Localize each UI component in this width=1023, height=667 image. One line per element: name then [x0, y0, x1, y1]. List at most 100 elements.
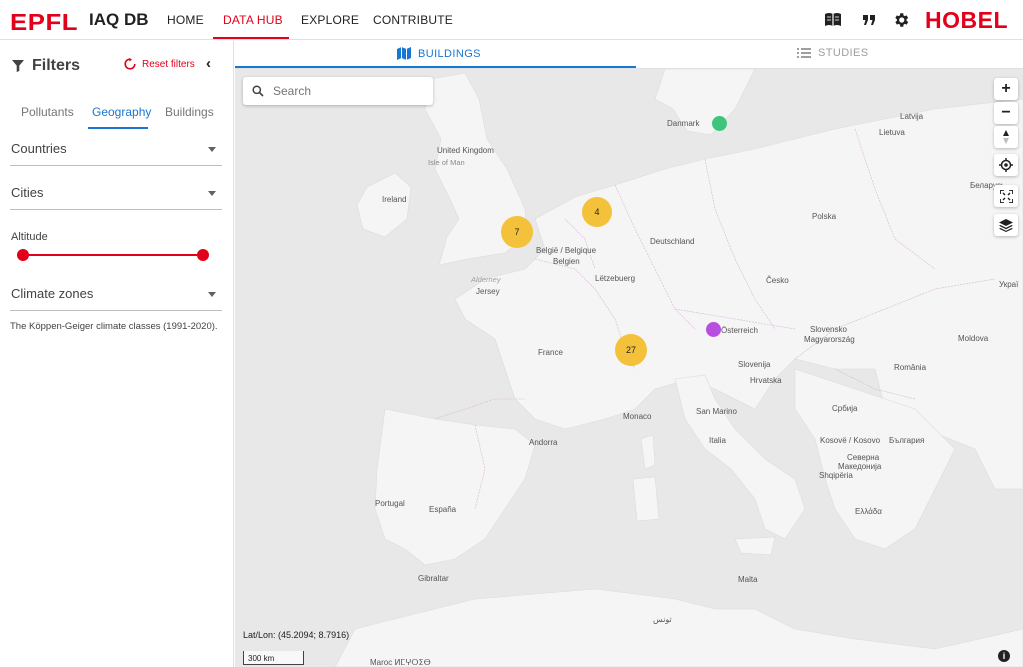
- map-label-kosovo: Kosovë / Kosovo: [820, 436, 881, 445]
- altitude-slider-max-handle[interactable]: [197, 249, 209, 261]
- cities-label: Cities: [11, 185, 44, 200]
- map-label-isle-of-man: Isle of Man: [428, 158, 465, 167]
- map-search-input[interactable]: [273, 84, 423, 98]
- map-label-san-marino: San Marino: [696, 407, 737, 416]
- map-label-polska: Polska: [812, 212, 837, 221]
- map-label-slovenija: Slovenija: [738, 360, 771, 369]
- map-label-deutschland: Deutschland: [650, 237, 695, 246]
- info-icon[interactable]: i: [998, 650, 1010, 662]
- chevron-down-icon: [208, 292, 216, 297]
- map-label-moldova: Moldova: [958, 334, 989, 343]
- filters-sidebar: Filters Reset filters ‹ Pollutants Geogr…: [0, 41, 234, 667]
- nav-home-link[interactable]: HOME: [167, 13, 204, 27]
- cursor-lat-lon-readout: Lat/Lon: (45.2094; 8.7916): [243, 630, 350, 640]
- map-label-romania: România: [894, 363, 927, 372]
- nav-data-hub-link[interactable]: DATA HUB: [223, 13, 283, 27]
- map-scale-bar: 300 km: [243, 651, 304, 665]
- altitude-slider-track[interactable]: [22, 254, 203, 256]
- altitude-label: Altitude: [11, 231, 48, 243]
- map-view-tabs: BUILDINGS STUDIES: [235, 41, 1023, 69]
- book-icon[interactable]: [823, 10, 843, 30]
- reset-filters-button[interactable]: Reset filters: [124, 58, 195, 70]
- app-title[interactable]: IAQ DB: [89, 10, 149, 30]
- search-icon: [252, 85, 264, 97]
- building-point-marker-green[interactable]: [712, 116, 727, 131]
- nav-explore-link[interactable]: EXPLORE: [301, 13, 359, 27]
- top-navigation-bar: EPFL IAQ DB HOME DATA HUB EXPLORE CONTRI…: [0, 0, 1023, 40]
- map-label-osterreich: Österreich: [721, 326, 758, 335]
- chevron-down-icon: [208, 147, 216, 152]
- tab-studies-view[interactable]: STUDIES: [797, 47, 868, 59]
- map-label-srbija: Србија: [832, 404, 858, 413]
- map-label-severna: Северна: [847, 453, 880, 462]
- cities-select[interactable]: Cities: [10, 180, 222, 210]
- list-icon: [797, 48, 811, 58]
- map-label-gibraltar: Gibraltar: [418, 574, 449, 583]
- tab-geography[interactable]: Geography: [92, 105, 151, 119]
- map-label-makedonija: Македонија: [838, 462, 882, 471]
- zoom-in-button[interactable]: +: [994, 78, 1018, 100]
- map-label-monaco: Monaco: [623, 412, 652, 421]
- tab-buildings[interactable]: Buildings: [165, 105, 214, 119]
- filters-heading: Filters: [12, 57, 80, 75]
- climate-zones-caption: The Köppen-Geiger climate classes (1991-…: [10, 321, 218, 332]
- compass-reset-north-button[interactable]: [994, 126, 1018, 148]
- active-map-tab-indicator: [235, 66, 636, 68]
- map-search-box[interactable]: [243, 77, 433, 105]
- cluster-marker[interactable]: 27: [615, 334, 647, 366]
- map-label-tunis: تونس: [653, 615, 672, 624]
- map-label-shqiperia: Shqipëria: [819, 471, 853, 480]
- studies-tab-label: STUDIES: [818, 47, 869, 59]
- active-nav-indicator: [213, 37, 289, 39]
- map-label-maroc: Maroc ⵍⵎⵖⵔⵉⴱ: [370, 658, 431, 667]
- map-label-letzebuerg: Lëtzebuerg: [595, 274, 636, 283]
- europe-map[interactable]: United Kingdom Isle of Man Ireland Danma…: [235, 69, 1023, 667]
- map-label-united-kingdom: United Kingdom: [437, 146, 494, 155]
- map-label-malta: Malta: [738, 575, 758, 584]
- zoom-out-button[interactable]: −: [994, 102, 1018, 124]
- chevron-down-icon: [208, 191, 216, 196]
- collapse-sidebar-chevron-icon[interactable]: ‹: [206, 55, 211, 72]
- cluster-marker[interactable]: 7: [501, 216, 533, 248]
- locate-me-button[interactable]: [994, 154, 1018, 176]
- reset-filters-label: Reset filters: [142, 58, 195, 70]
- filters-title-text: Filters: [32, 57, 81, 74]
- active-subtab-indicator: [88, 127, 148, 129]
- epfl-logo[interactable]: EPFL: [10, 9, 78, 36]
- quote-icon[interactable]: [859, 10, 879, 30]
- map-label-cesko: Česko: [766, 276, 789, 285]
- map-label-slovensko: Slovensko: [810, 325, 847, 334]
- gear-icon[interactable]: [891, 10, 911, 30]
- cluster-marker[interactable]: 4: [582, 197, 612, 227]
- building-point-marker-purple[interactable]: [706, 322, 721, 337]
- map-label-ukraine: Украї: [999, 280, 1019, 289]
- buildings-tab-label: BUILDINGS: [418, 47, 481, 60]
- map-label-latvija: Latvija: [900, 112, 924, 121]
- map-label-bulgaria: България: [889, 436, 925, 445]
- filter-category-tabs: Pollutants Geography Buildings: [0, 105, 234, 129]
- fullscreen-button[interactable]: [994, 185, 1018, 207]
- map-label-hrvatska: Hrvatska: [750, 376, 782, 385]
- crosshair-icon: [999, 158, 1013, 172]
- compass-icon: [1003, 130, 1009, 144]
- tab-buildings-view[interactable]: BUILDINGS: [397, 47, 481, 60]
- filter-icon: [12, 60, 24, 72]
- map-label-portugal: Portugal: [375, 499, 405, 508]
- countries-label: Countries: [11, 141, 67, 156]
- layers-button[interactable]: [994, 214, 1018, 236]
- tab-pollutants[interactable]: Pollutants: [21, 105, 74, 119]
- map-label-espana: España: [429, 505, 457, 514]
- nav-contribute-link[interactable]: CONTRIBUTE: [373, 13, 453, 27]
- map-icon: [397, 47, 411, 60]
- map-label-magyarorszag: Magyarország: [804, 335, 855, 344]
- map-label-italia: Italia: [709, 436, 726, 445]
- map-label-ireland: Ireland: [382, 195, 407, 204]
- map-label-lietuva: Lietuva: [879, 128, 905, 137]
- climate-zones-select[interactable]: Climate zones: [10, 281, 222, 311]
- map-label-belgie: België / Belgique: [536, 246, 597, 255]
- map-label-belgien: Belgien: [553, 257, 580, 266]
- altitude-slider-min-handle[interactable]: [17, 249, 29, 261]
- map-label-france: France: [538, 348, 563, 357]
- countries-select[interactable]: Countries: [10, 136, 222, 166]
- hobel-logo[interactable]: HOBEL: [925, 7, 1008, 34]
